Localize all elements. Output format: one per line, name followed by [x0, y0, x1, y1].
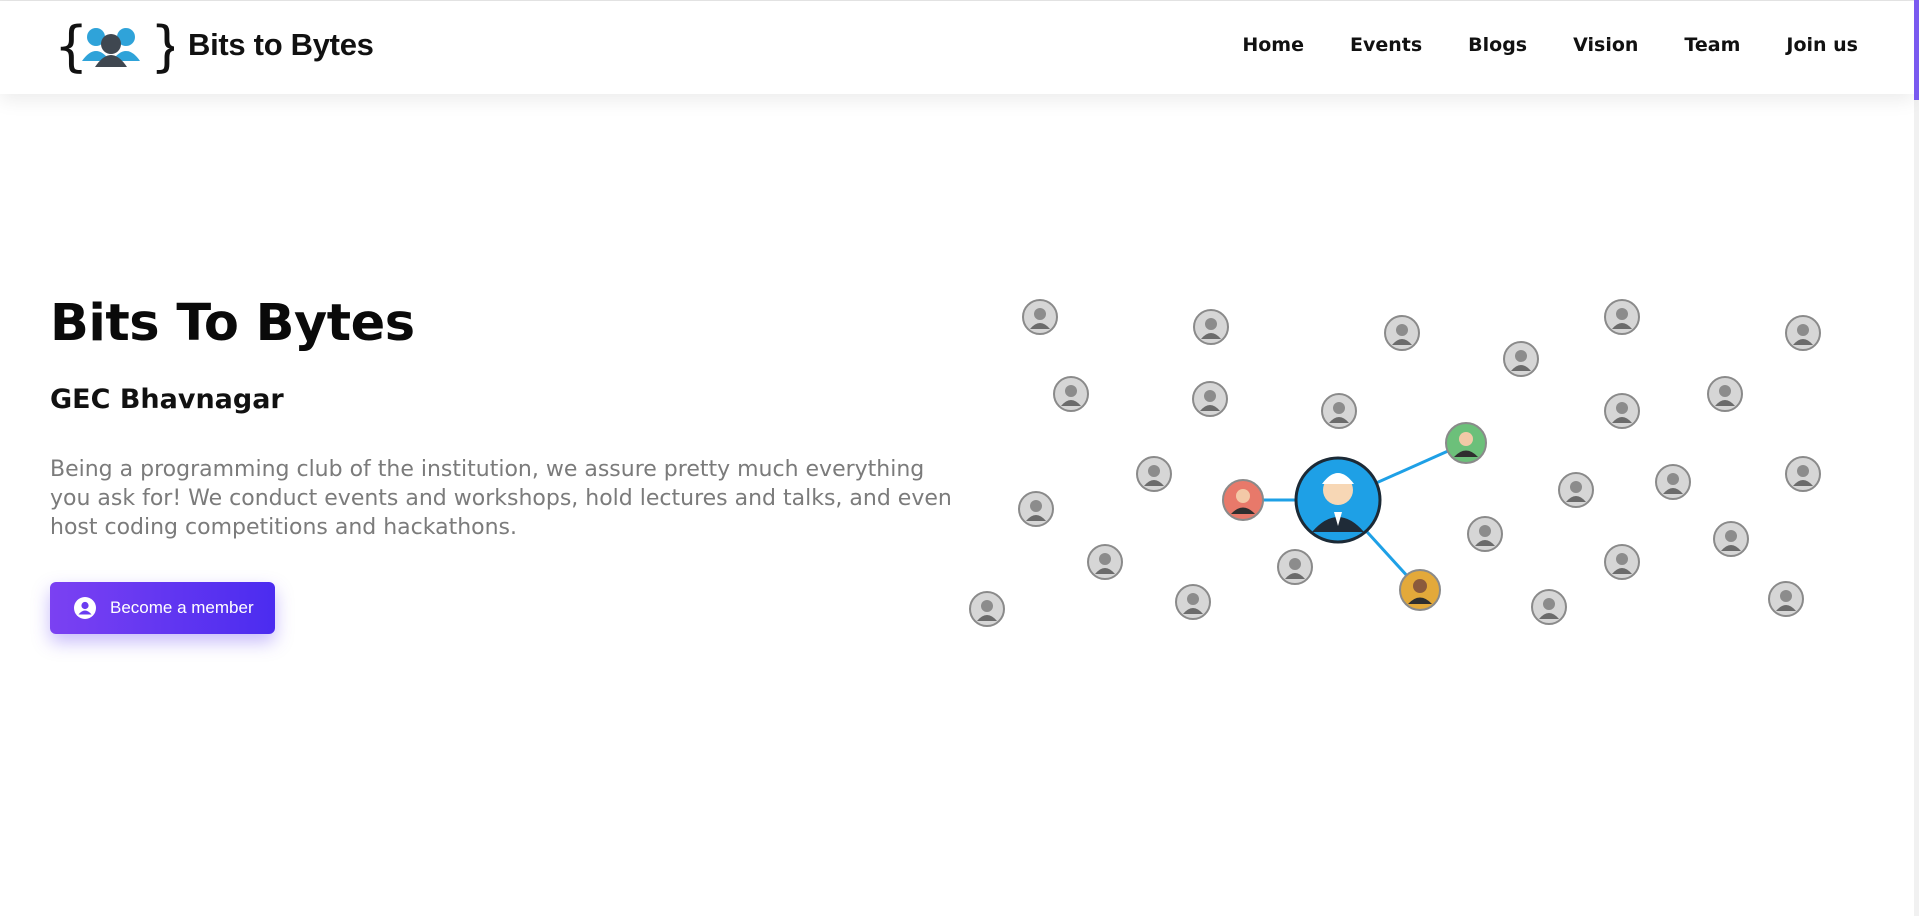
gray-avatar	[1558, 472, 1594, 508]
gray-avatar	[969, 591, 1005, 627]
gray-avatar	[1503, 341, 1539, 377]
scrollbar-track[interactable]	[1914, 0, 1919, 916]
gray-avatar	[1467, 516, 1503, 552]
nav-join-us[interactable]: Join us	[1786, 34, 1858, 56]
site-header: { } Bits to Bytes Home Events Blogs Visi…	[0, 1, 1914, 94]
gray-avatar	[1384, 315, 1420, 351]
gray-avatar	[1531, 589, 1567, 625]
gray-avatar	[1053, 376, 1089, 412]
gray-avatar	[1604, 299, 1640, 335]
become-member-label: Become a member	[110, 598, 254, 617]
highlighted-avatar-bottom	[1399, 569, 1441, 611]
gray-avatar	[1192, 381, 1228, 417]
gray-avatar	[1768, 581, 1804, 617]
hero-subtitle: GEC Bhavnagar	[50, 384, 284, 415]
brand-name[interactable]: Bits to Bytes	[188, 27, 374, 63]
gray-avatar	[1277, 549, 1313, 585]
gray-avatar	[1604, 544, 1640, 580]
gray-avatar	[1785, 456, 1821, 492]
people-in-braces-logo: { }	[54, 17, 174, 77]
become-member-button[interactable]: Become a member	[50, 582, 275, 634]
gray-avatar	[1604, 393, 1640, 429]
scrollbar-thumb[interactable]	[1914, 0, 1919, 100]
main-nav: Home Events Blogs Vision Team Join us	[1242, 34, 1858, 56]
gray-avatar	[1022, 299, 1058, 335]
svg-text:}: }	[150, 17, 174, 77]
nav-home[interactable]: Home	[1242, 34, 1304, 56]
nav-blogs[interactable]: Blogs	[1468, 34, 1527, 56]
gray-avatar	[1785, 315, 1821, 351]
gray-avatar	[1655, 464, 1691, 500]
logo[interactable]: { }	[54, 17, 174, 77]
gray-avatar	[1175, 584, 1211, 620]
gray-avatar	[1136, 456, 1172, 492]
svg-text:{: {	[54, 17, 88, 77]
people-network-illustration	[969, 299, 1821, 627]
gray-avatar	[1087, 544, 1123, 580]
gray-avatar	[1707, 376, 1743, 412]
nav-events[interactable]: Events	[1350, 34, 1422, 56]
gray-avatar	[1018, 491, 1054, 527]
highlighted-avatar-left	[1222, 479, 1264, 521]
hub-avatar	[1294, 456, 1382, 544]
hero-title: Bits To Bytes	[50, 294, 415, 353]
nav-team[interactable]: Team	[1684, 34, 1740, 56]
gray-avatar	[1713, 521, 1749, 557]
user-circle-icon	[74, 597, 96, 619]
gray-avatar	[1193, 309, 1229, 345]
hero-description: Being a programming club of the institut…	[50, 457, 952, 540]
highlighted-avatar-top	[1445, 422, 1487, 464]
gray-avatar	[1321, 393, 1357, 429]
nav-vision[interactable]: Vision	[1573, 34, 1638, 56]
